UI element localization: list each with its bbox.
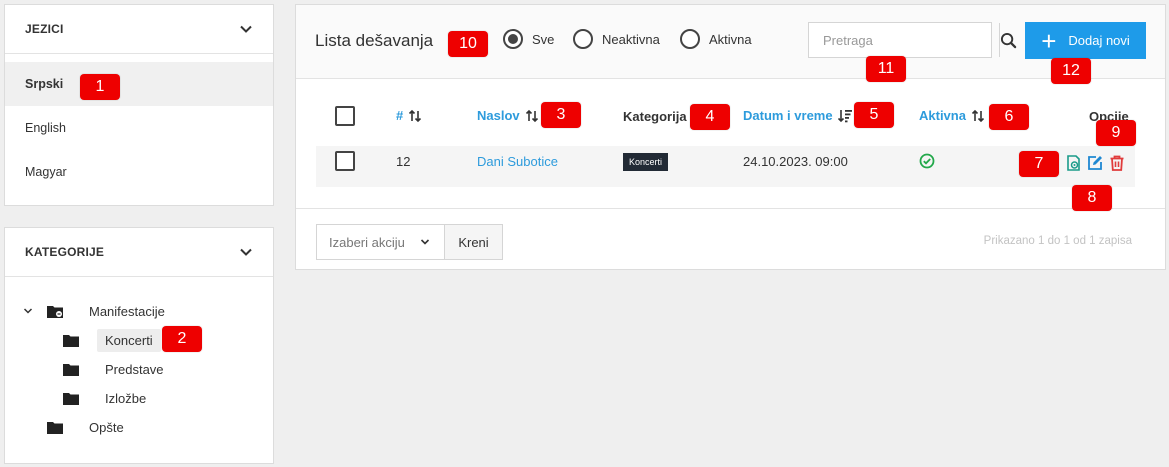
records-summary: Prikazano 1 do 1 od 1 zapisa <box>983 235 1132 247</box>
preview-icon[interactable] <box>1066 155 1082 171</box>
annotation-badge-7: 7 <box>1019 151 1059 177</box>
row-checkbox[interactable] <box>335 151 355 171</box>
radio-button[interactable] <box>503 29 523 49</box>
search-button[interactable] <box>999 23 1017 57</box>
radio-button[interactable] <box>573 29 593 49</box>
events-list-panel: Lista dešavanja Sve Neaktivna Aktivna + … <box>295 4 1166 270</box>
annotation-badge-5: 5 <box>854 102 894 128</box>
filter-radio-all[interactable]: Sve <box>503 29 554 49</box>
folder-icon <box>63 334 79 347</box>
annotation-badge-1: 1 <box>80 74 120 100</box>
sort-icon[interactable] <box>408 109 422 123</box>
divider <box>296 208 1165 209</box>
add-new-label: Dodaj novi <box>1068 33 1130 48</box>
annotation-badge-6: 6 <box>989 104 1029 130</box>
language-item-english[interactable]: English <box>5 106 273 150</box>
language-label: English <box>25 121 66 135</box>
go-button-label: Kreni <box>458 234 489 250</box>
tree-item-koncerti[interactable]: Koncerti <box>63 327 161 353</box>
languages-panel-title: JEZICI <box>25 22 64 36</box>
folder-open-icon <box>47 305 63 318</box>
column-header-title[interactable]: Naslov <box>477 108 539 123</box>
tree-label: Izložbe <box>105 390 147 406</box>
table-row <box>316 146 1135 187</box>
radio-label: Aktivna <box>709 31 752 47</box>
tree-item-opste[interactable]: Opšte <box>47 414 132 440</box>
filter-radio-inactive[interactable]: Neaktivna <box>573 29 660 49</box>
categories-panel-header[interactable]: KATEGORIJE <box>5 228 273 277</box>
column-header-label: # <box>396 108 404 123</box>
annotation-badge-4: 4 <box>690 104 730 130</box>
column-header-active[interactable]: Aktivna <box>919 108 985 123</box>
category-badge: Koncerti <box>623 153 669 171</box>
search-box <box>808 22 1017 58</box>
tree-label: Opšte <box>89 419 124 435</box>
plus-icon: + <box>1041 25 1057 56</box>
cell-title-link[interactable]: Dani Subotice <box>477 154 558 169</box>
column-header-label: Aktivna <box>919 108 966 123</box>
language-label: Srpski <box>25 77 64 91</box>
radio-label: Sve <box>532 31 555 47</box>
edit-icon[interactable] <box>1087 155 1103 171</box>
chevron-down-icon[interactable] <box>23 306 33 316</box>
language-item-magyar[interactable]: Magyar <box>5 150 273 194</box>
bulk-action-placeholder: Izaberi akciju <box>329 234 405 250</box>
chevron-down-icon[interactable] <box>239 22 253 36</box>
language-item-srpski[interactable]: Srpski <box>5 62 273 106</box>
categories-panel-title: KATEGORIJE <box>25 245 105 259</box>
bulk-action-select[interactable]: Izaberi akciju <box>316 224 445 260</box>
annotation-badge-11: 11 <box>866 56 906 82</box>
languages-panel-header[interactable]: JEZICI <box>5 5 273 54</box>
search-input[interactable] <box>809 23 999 57</box>
annotation-badge-9: 9 <box>1096 120 1136 146</box>
annotation-badge-3: 3 <box>541 102 581 128</box>
column-header-label: Kategorija <box>623 109 687 124</box>
tree-item-izlozbe[interactable]: Izložbe <box>63 385 154 411</box>
sort-descending-icon[interactable] <box>837 109 852 123</box>
page-title: Lista dešavanja <box>315 31 434 50</box>
column-header-category: Kategorija <box>623 109 687 124</box>
tree-item-predstave[interactable]: Predstave <box>63 356 172 382</box>
folder-icon <box>47 421 63 434</box>
annotation-badge-12: 12 <box>1051 58 1091 84</box>
annotation-badge-8: 8 <box>1072 185 1112 211</box>
tree-label: Koncerti <box>97 328 161 352</box>
annotation-badge-10: 10 <box>448 31 488 57</box>
radio-button[interactable] <box>680 29 700 49</box>
folder-icon <box>63 392 79 405</box>
cell-id: 12 <box>396 154 411 169</box>
languages-panel: JEZICI Srpski English Magyar <box>4 4 274 206</box>
sort-icon[interactable] <box>971 109 985 123</box>
chevron-down-icon <box>420 239 430 245</box>
cell-datetime: 24.10.2023. 09:00 <box>743 154 848 169</box>
categories-panel: KATEGORIJE Manifestacije Koncerti Predst… <box>4 227 274 464</box>
folder-icon <box>63 363 79 376</box>
select-all-checkbox[interactable] <box>335 106 355 126</box>
radio-label: Neaktivna <box>602 31 660 47</box>
delete-icon[interactable] <box>1109 155 1125 171</box>
sort-icon[interactable] <box>525 109 539 123</box>
active-check-icon[interactable] <box>919 153 935 169</box>
search-icon <box>1000 32 1017 48</box>
column-header-label: Naslov <box>477 108 520 123</box>
chevron-down-icon[interactable] <box>239 245 253 259</box>
filter-radio-active[interactable]: Aktivna <box>680 29 752 49</box>
column-header-datetime[interactable]: Datum i vreme <box>743 108 852 123</box>
annotation-badge-2: 2 <box>162 326 202 352</box>
column-header-label: Datum i vreme <box>743 108 833 123</box>
go-button[interactable]: Kreni <box>444 224 503 260</box>
tree-item-manifestacije[interactable]: Manifestacije <box>23 298 173 324</box>
tree-label: Predstave <box>105 361 164 377</box>
events-list-header: Lista dešavanja Sve Neaktivna Aktivna + … <box>296 5 1165 79</box>
column-header-id[interactable]: # <box>396 108 422 123</box>
add-new-button[interactable]: + Dodaj novi <box>1025 22 1146 59</box>
tree-label: Manifestacije <box>89 303 165 319</box>
language-label: Magyar <box>25 165 67 179</box>
